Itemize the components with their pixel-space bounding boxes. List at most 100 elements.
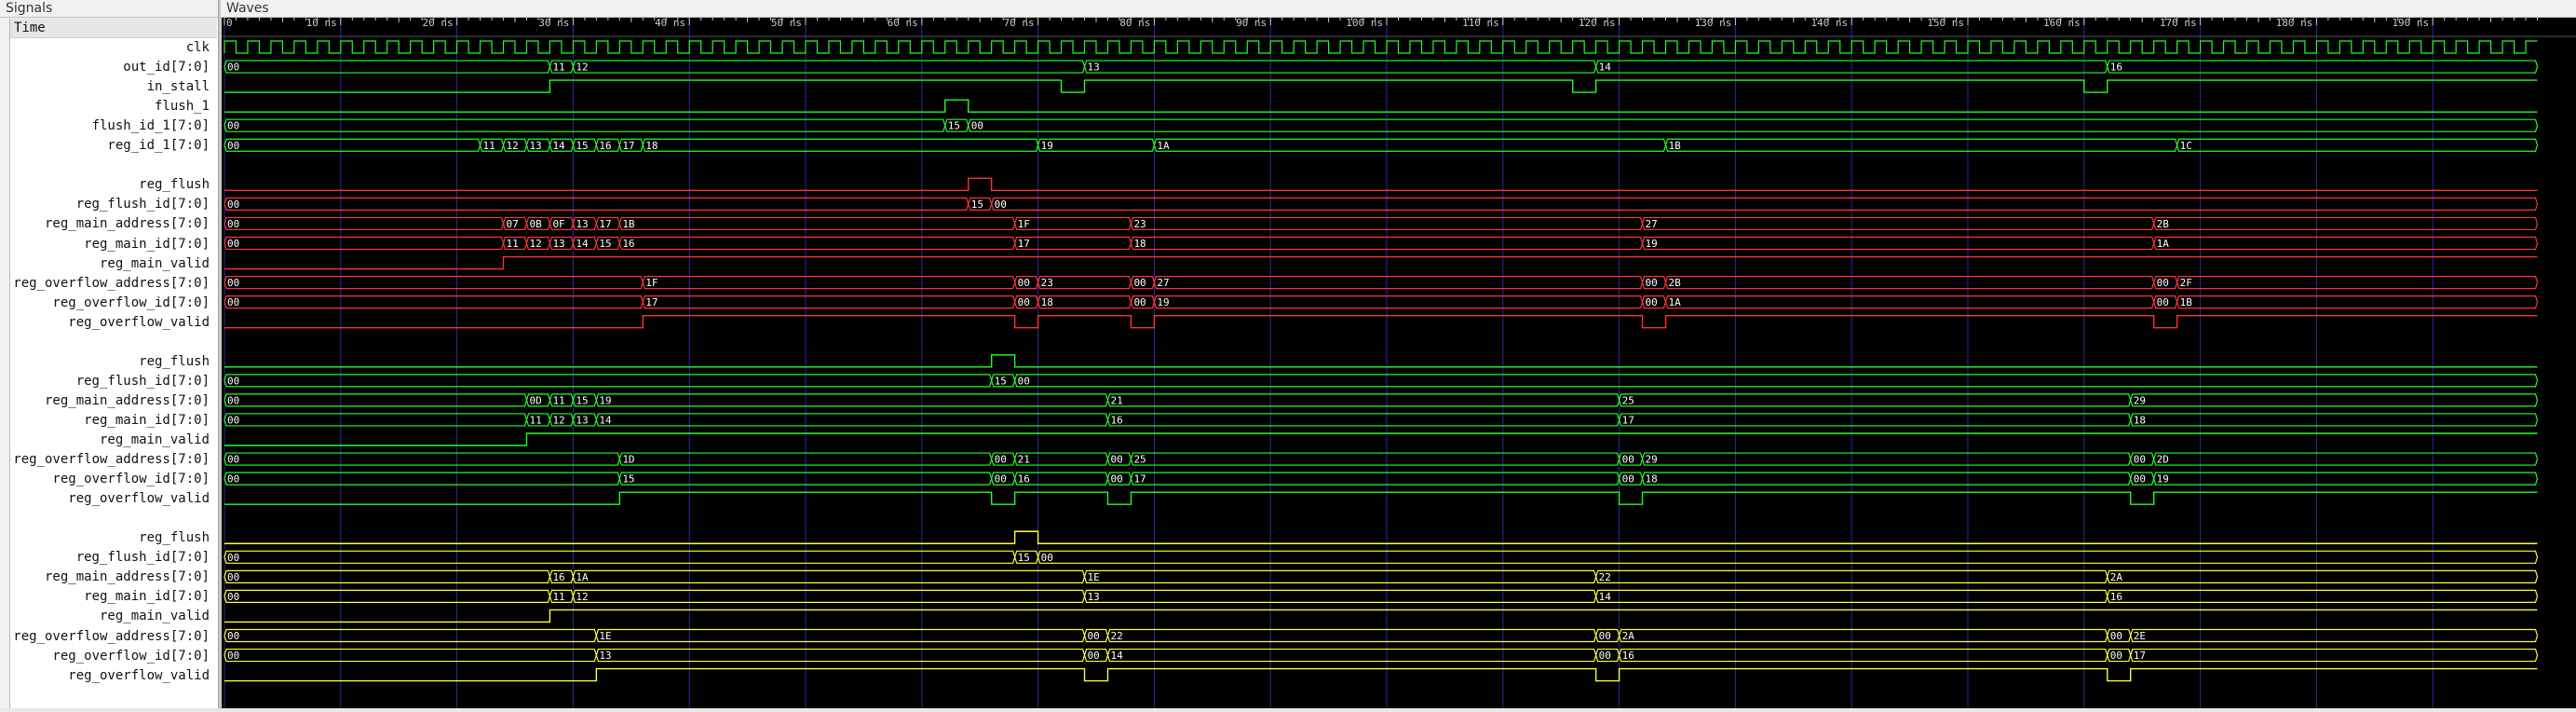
bus-value-label: 13 [599,650,611,662]
time-tick-label: 50 ns [771,18,802,29]
bus-value-label: 14 [1599,591,1612,603]
bus-value-label: 11 [552,394,564,406]
bus-segment [1664,138,2178,152]
signal-name[interactable]: in_stall [10,77,217,97]
signal-name[interactable]: reg_main_valid [10,254,217,274]
time-tick-label: 170 ns [2160,18,2197,29]
bus-segment [224,374,993,388]
bus-segment [1083,60,1597,74]
bus-segment [2153,216,2539,231]
bus-value-label: 29 [1646,454,1658,466]
signal-name[interactable]: reg_overflow_valid [10,489,217,509]
bus-value-label: 00 [227,630,239,642]
bus-segment [224,628,597,643]
bus-segment [2130,393,2539,407]
signal-list[interactable]: Time clk out_id[7:0] in_stall flush_1 flush_… [9,19,219,708]
bus-value-label: 16 [599,140,611,152]
bus-value-label: 18 [1646,473,1658,486]
signal-name[interactable]: reg_overflow_id[7:0] [10,294,217,313]
bus-value-label: 00 [995,199,1007,211]
signal-name[interactable]: reg_main_address[7:0] [10,568,217,587]
bus-value-label: 00 [1018,277,1030,289]
bus-value-label: 12 [552,414,564,426]
bit-waveform [224,491,2538,505]
bus-value-label: 15 [622,473,634,486]
bus-value-label: 19 [1157,296,1169,308]
bus-value-label: 22 [1110,630,1122,642]
bus-segment [2176,276,2539,290]
bus-value-label: 12 [529,238,541,250]
bus-value-label: 00 [227,591,239,603]
time-tick-label: 90 ns [1236,18,1267,29]
signal-name[interactable]: reg_main_id[7:0] [10,235,217,254]
bus-segment [224,413,528,427]
signal-name[interactable]: reg_flush [10,352,217,372]
bus-value-label: 00 [227,375,239,387]
bus-segment [2176,138,2539,152]
signal-name[interactable]: reg_id_1[7:0] [10,136,217,156]
bus-segment [1641,216,2155,231]
signal-name[interactable]: reg_overflow_address[7:0] [10,627,217,647]
signal-spacer [10,333,217,352]
bus-value-label: 16 [622,238,634,250]
signal-name[interactable]: reg_flush [10,528,217,548]
bus-value-label: 00 [227,199,239,211]
time-tick-label: 10 ns [306,18,337,29]
bus-value-label: 14 [576,238,589,250]
signal-name[interactable]: reg_flush_id[7:0] [10,372,217,391]
bus-value-label: 1C [2180,140,2192,152]
bus-value-label: 00 [227,120,239,132]
bus-value-label: 00 [227,218,239,230]
signal-name[interactable]: reg_main_valid [10,607,217,626]
bus-value-label: 27 [1646,218,1658,230]
bus-value-label: 16 [1018,473,1030,486]
bus-segment [1664,276,2155,290]
time-tick-label: 160 ns [2043,18,2081,29]
bus-segment [224,550,1016,564]
bus-value-label: 11 [507,238,519,250]
bus-value-label: 15 [576,140,588,152]
waveform-canvas[interactable]: 0 10 ns 20 ns 30 ns 40 ns 50 ns 60 ns 70 ns 80 n… [222,17,2576,708]
bus-value-label: 23 [1041,277,1053,289]
bus-segment [572,60,1086,74]
signal-name[interactable]: reg_flush_id[7:0] [10,195,217,214]
bus-segment [1641,236,2155,251]
signal-name[interactable]: reg_overflow_id[7:0] [10,647,217,666]
signal-name[interactable]: out_id[7:0] [10,58,217,77]
bus-segment [2107,60,2539,74]
signal-name[interactable]: reg_flush_id[7:0] [10,548,217,568]
signal-name[interactable]: clk [10,38,217,58]
bus-segment [1130,452,1620,466]
bus-segment [1106,413,1620,427]
bus-value-label: 16 [2110,591,2122,603]
signal-name[interactable]: reg_main_id[7:0] [10,411,217,431]
bus-value-label: 1E [599,630,611,642]
signal-name[interactable]: reg_overflow_valid [10,666,217,686]
signal-name[interactable]: reg_overflow_id[7:0] [10,470,217,489]
signal-name[interactable]: flush_1 [10,97,217,116]
bus-value-label: 00 [227,238,239,250]
signal-name[interactable]: reg_main_address[7:0] [10,214,217,234]
signal-name[interactable]: flush_id_1[7:0] [10,116,217,136]
signal-name[interactable]: reg_overflow_address[7:0] [10,450,217,470]
bus-value-label: 00 [227,140,239,152]
bus-value-label: 00 [995,473,1007,486]
bus-value-label: 00 [227,473,239,486]
bus-value-label: 16 [552,571,564,583]
bus-value-label: 00 [1018,375,1030,387]
bus-segment [224,197,969,211]
bus-segment [968,118,2539,132]
signal-name[interactable]: reg_main_valid [10,431,217,450]
signal-name[interactable]: reg_flush [10,175,217,195]
bus-segment [2153,236,2539,251]
bus-segment [224,60,551,74]
signal-name[interactable]: reg_overflow_address[7:0] [10,274,217,294]
bus-segment [1106,648,1597,663]
signal-name[interactable]: reg_main_id[7:0] [10,587,217,607]
signal-name[interactable]: reg_overflow_valid [10,313,217,333]
signal-name[interactable]: reg_main_address[7:0] [10,391,217,411]
bus-value-label: 14 [552,140,565,152]
bus-segment [1641,452,2132,466]
bus-value-label: 1F [645,277,658,289]
bus-segment [1083,569,1597,583]
